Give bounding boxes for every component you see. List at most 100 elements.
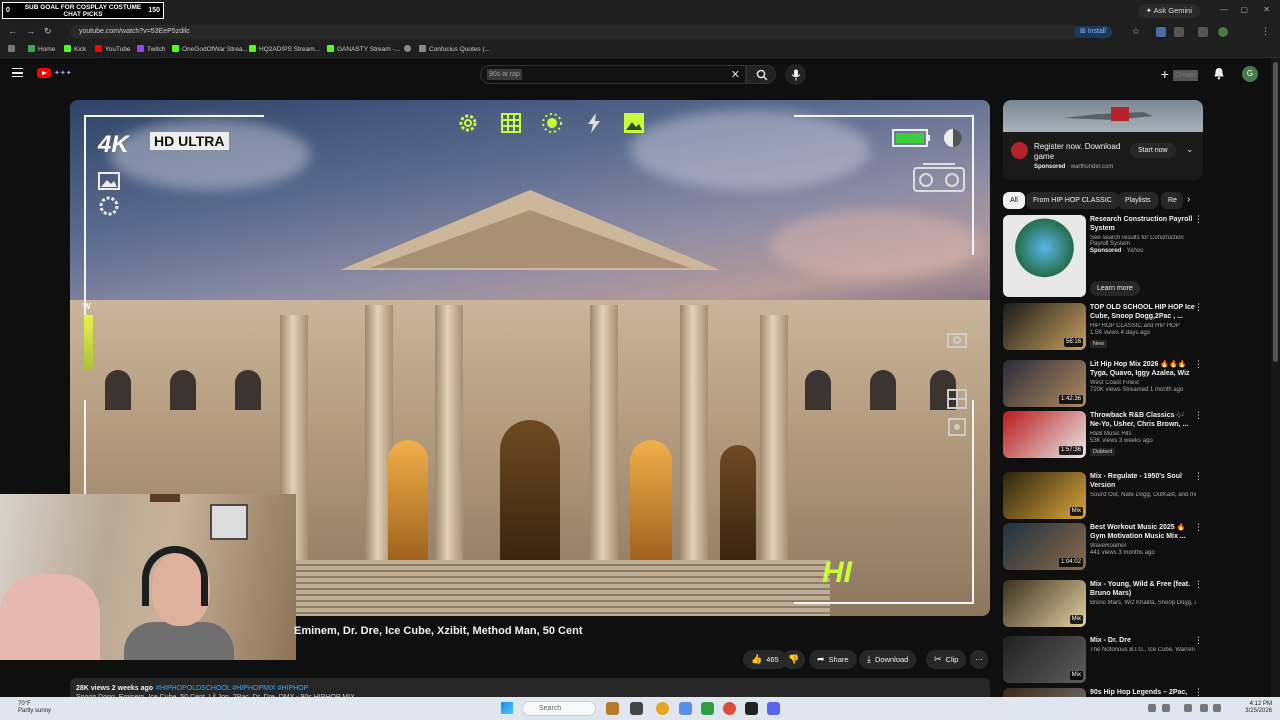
recommendation-item[interactable]: Mix Mix - Dr. Dre The Notorious B.I.G., Ic… [1003, 636, 1203, 686]
bookmark-onegodofwar[interactable]: OneGodOfWar Strea... [172, 45, 248, 55]
xbox-icon[interactable] [701, 702, 714, 715]
chip-all[interactable]: All [1003, 192, 1025, 209]
share-button[interactable]: ➦ Share [809, 650, 857, 669]
tray-icon[interactable] [1184, 704, 1192, 712]
menu-kebab-icon[interactable]: ⋮ [1261, 26, 1270, 37]
more-options-icon[interactable]: ⋮ [1194, 636, 1203, 645]
video-title-link[interactable]: Mix - Young, Wild & Free (feat. Bruno Ma… [1090, 580, 1196, 598]
sponsored-thumbnail[interactable] [1003, 215, 1086, 297]
video-thumbnail[interactable]: Mix [1003, 472, 1086, 519]
create-button[interactable]: + Create [1161, 66, 1198, 83]
learn-more-button[interactable]: Learn more [1090, 281, 1140, 296]
install-app-button[interactable]: ⊞ Install [1073, 26, 1112, 38]
discord-icon[interactable] [767, 702, 780, 715]
screen-share-icon[interactable] [1198, 27, 1208, 37]
taskbar-clock[interactable]: 4:12 PM 3/25/2026 [1245, 701, 1272, 715]
video-title-link[interactable]: Lit Hip Hop Mix 2026 🔥🔥🔥 Tyga, Quavo, Ig… [1090, 360, 1196, 378]
chrome-icon[interactable] [656, 702, 669, 715]
bookmark-star-icon[interactable]: ☆ [1132, 26, 1140, 37]
reload-icon[interactable]: ↻ [44, 26, 52, 37]
ad-banner-image[interactable] [1003, 100, 1203, 132]
taskbar-app-icon[interactable] [679, 702, 692, 715]
download-button[interactable]: ⤓ Download [859, 650, 917, 669]
voice-search-button[interactable] [785, 64, 806, 85]
video-title-link[interactable]: Mix - Dr. Dre [1090, 636, 1196, 645]
video-title-link[interactable]: TOP OLD SCHOOL HIP HOP Ice Cube, Snoop D… [1090, 303, 1196, 321]
ad-card[interactable]: Register now. Download game Sponsored · … [1003, 132, 1203, 180]
chip-from-channel[interactable]: From HIP HOP CLASSIC [1026, 192, 1119, 209]
channel-name[interactable]: R&B Music Hits [1090, 431, 1196, 437]
like-button[interactable]: 👍 465 [743, 650, 787, 669]
scrollbar-thumb[interactable] [1273, 62, 1278, 362]
bookmark-home[interactable]: Home [28, 45, 55, 55]
chip-recent[interactable]: Re [1161, 192, 1183, 209]
recommendation-item[interactable]: 90s Hip Hop Legends – 2Pac, ⋮ [1003, 688, 1203, 697]
hashtags[interactable]: #HIPHOPOLDSCHOOL #HIPHOPMIX #HIPHOP [156, 685, 308, 692]
video-thumbnail[interactable]: 1:04:02 [1003, 523, 1086, 570]
more-options-icon[interactable]: ⋮ [1194, 411, 1203, 420]
youtube-doodle-icon[interactable]: ✦✦✦ [54, 69, 86, 79]
wifi-icon[interactable] [1200, 704, 1208, 712]
video-thumbnail[interactable] [1003, 688, 1086, 697]
chevron-right-icon[interactable]: › [1187, 194, 1190, 205]
video-title-link[interactable]: Throwback R&B Classics 🎶 Ne-Yo, Usher, C… [1090, 411, 1196, 429]
extensions-puzzle-icon[interactable] [1174, 27, 1184, 37]
youtube-logo-icon[interactable] [37, 68, 51, 78]
more-options-icon[interactable]: ⋮ [1194, 472, 1203, 481]
page-scrollbar[interactable] [1271, 58, 1280, 697]
taskbar-search[interactable]: Search [522, 701, 596, 716]
notifications-bell-icon[interactable] [1213, 67, 1225, 80]
sponsored-title[interactable]: Research Construction Payroll System [1090, 215, 1196, 233]
channel-name[interactable]: Soul'd Out, Nate Dogg, OutKast, and more [1090, 492, 1196, 498]
weather-widget[interactable]: 70°F Partly sunny [18, 701, 51, 715]
channel-name[interactable]: The Notorious B.I.G., Ice Cube, Warren G… [1090, 647, 1196, 653]
dislike-button[interactable]: 👎 [782, 650, 806, 669]
bookmark-ganasty[interactable]: GANASTY Stream -... [327, 45, 400, 55]
video-thumbnail[interactable]: 56:16 [1003, 303, 1086, 350]
recommendation-item[interactable]: 1:04:02 Best Workout Music 2025 🔥 Gym Mot… [1003, 523, 1203, 573]
more-options-icon[interactable]: ⋮ [1194, 303, 1203, 312]
video-title-link[interactable]: Best Workout Music 2025 🔥 Gym Motivation… [1090, 523, 1196, 541]
bookmark-youtube[interactable]: YouTube [95, 45, 131, 55]
hamburger-menu-icon[interactable] [12, 68, 23, 77]
bookmark-twitch[interactable]: Twitch [137, 45, 165, 55]
volume-icon[interactable] [1213, 704, 1221, 712]
channel-name[interactable]: Bruno Mars, Wiz Khalifa, Snoop Dogg, an.… [1090, 600, 1196, 606]
clip-button[interactable]: ✂ Clip [926, 650, 967, 669]
video-thumbnail[interactable]: 1:42:36 [1003, 360, 1086, 407]
close-window-icon[interactable]: ✕ [1263, 5, 1270, 14]
more-options-icon[interactable]: ⋮ [1194, 360, 1203, 369]
recommendation-item[interactable]: 1:42:36 Lit Hip Hop Mix 2026 🔥🔥🔥 Tyga, Qu… [1003, 360, 1203, 410]
taskbar-app-icon[interactable] [723, 702, 736, 715]
clear-search-icon[interactable]: ✕ [731, 68, 740, 81]
channel-name[interactable]: WaveRoamer [1090, 543, 1196, 549]
windows-start-icon[interactable] [501, 702, 513, 714]
search-button[interactable] [746, 65, 776, 84]
url-field[interactable]: youtube.com/watch?v=53EeP5zdilc [70, 25, 1080, 39]
bookmark-hq2ad[interactable]: HQ2AD!PS Stream... [249, 45, 320, 55]
sponsored-recommendation[interactable]: Research Construction Payroll System See… [1003, 215, 1203, 299]
extension-icon[interactable] [1156, 27, 1166, 37]
chip-playlists[interactable]: Playlists [1118, 192, 1158, 209]
recommendation-item[interactable]: 56:16 TOP OLD SCHOOL HIP HOP Ice Cube, Sn… [1003, 303, 1203, 353]
channel-name[interactable]: West Coast Finest [1090, 380, 1196, 386]
profile-avatar-icon[interactable] [1218, 27, 1228, 37]
forward-icon[interactable]: → [26, 26, 35, 36]
apps-icon[interactable] [8, 45, 18, 55]
ask-gemini-button[interactable]: ✦ Ask Gemini [1137, 4, 1200, 18]
video-thumbnail[interactable]: 1:57:36 [1003, 411, 1086, 458]
minimize-icon[interactable]: — [1220, 5, 1228, 14]
more-options-icon[interactable]: ⋮ [1194, 688, 1203, 697]
video-title-link[interactable]: 90s Hip Hop Legends – 2Pac, [1090, 688, 1196, 697]
search-input[interactable]: 90s ai rap ✕ [480, 65, 746, 84]
back-icon[interactable]: ← [8, 26, 17, 36]
more-options-icon[interactable]: ⋮ [1194, 215, 1203, 224]
recommendation-item[interactable]: Mix Mix - Young, Wild & Free (feat. Bruno… [1003, 580, 1203, 630]
taskbar-app-icon[interactable] [606, 702, 619, 715]
obs-icon[interactable] [745, 702, 758, 715]
tray-icon[interactable] [1148, 704, 1156, 712]
more-actions-button[interactable]: ⋯ [970, 650, 988, 669]
more-options-icon[interactable]: ⋮ [1194, 580, 1203, 589]
maximize-icon[interactable]: ▢ [1240, 5, 1248, 14]
more-options-icon[interactable]: ⋮ [1194, 523, 1203, 532]
